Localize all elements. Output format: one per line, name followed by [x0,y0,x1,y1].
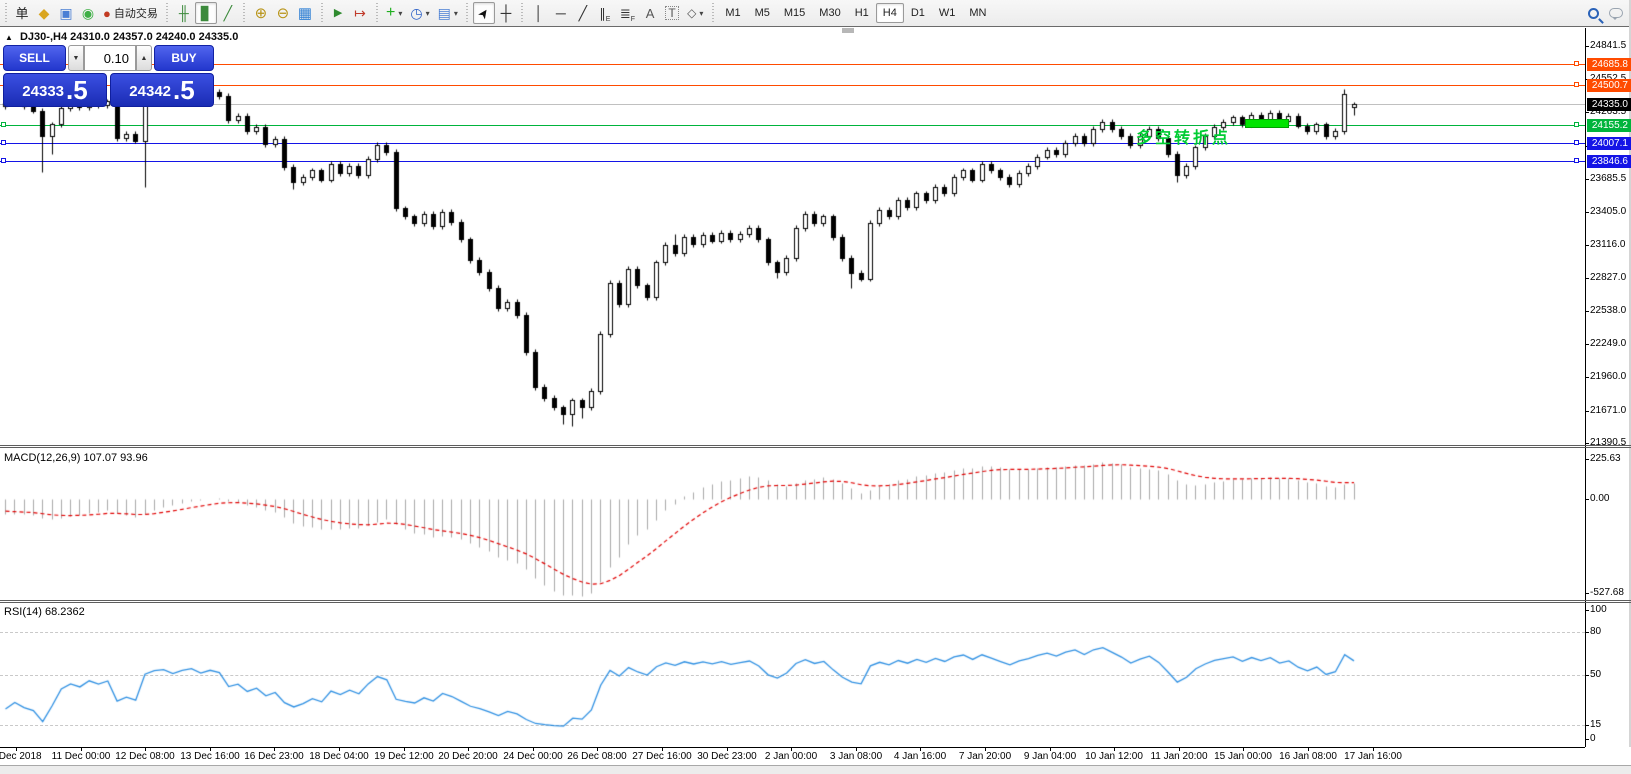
price-tick-mark [1585,245,1589,246]
rsi-indicator-label: RSI(14) 68.2362 [4,606,85,618]
time-label: 13 Dec 16:00 [180,751,240,762]
volume-increase-button[interactable]: ▲ [136,45,152,71]
price-tick-label: 23116.0 [1590,239,1631,251]
price-badge-24685.8: 24685.8 [1587,58,1631,71]
macd-scale-label: -527.68 [1590,587,1631,599]
volume-decrease-button[interactable]: ▼ [68,45,84,71]
rsi-scale-label: 100 [1590,604,1631,616]
window-splitter-handle[interactable] [842,28,854,33]
time-label: 26 Dec 08:00 [567,751,627,762]
pane-separator[interactable] [0,445,1631,446]
price-tick-mark [1585,443,1589,444]
rsi-tick-mark [1585,610,1589,611]
rsi-scale-label: 50 [1590,669,1631,681]
annotation-text: 多空转折点 [1136,124,1231,148]
rsi-scale-label: 80 [1590,626,1631,638]
time-label: 16 Jan 08:00 [1279,751,1337,762]
sell-price-pip: .5 [66,77,88,103]
pane-separator[interactable] [0,447,1631,448]
price-tick-mark [1585,411,1589,412]
time-label: 3 Jan 08:00 [830,751,882,762]
macd-scale-label: 0.00 [1590,493,1631,505]
time-label: 11 Dec 00:00 [52,751,111,762]
buy-button[interactable]: BUY [154,45,214,71]
price-tick-mark [1585,344,1589,345]
price-badge-23846.6: 23846.6 [1587,155,1631,168]
time-label: 24 Dec 00:00 [503,751,563,762]
price-tick-label: 22538.0 [1590,305,1631,317]
price-tick-mark [1585,46,1589,47]
time-label: 4 Jan 16:00 [894,751,946,762]
time-label: 17 Jan 16:00 [1344,751,1402,762]
rsi-tick-mark [1585,675,1589,676]
time-label: 30 Dec 23:00 [697,751,757,762]
current-price-badge: 24335.0 [1587,98,1631,111]
buy-price-main: 24342 [129,81,171,103]
price-tick-mark [1585,278,1589,279]
price-badge-24007.1: 24007.1 [1587,137,1631,150]
price-tick-label: 22827.0 [1590,272,1631,284]
sell-price[interactable]: 24333 .5 [3,73,107,107]
rsi-scale-label: 15 [1590,719,1631,731]
macd-indicator-label: MACD(12,26,9) 107.07 93.96 [4,452,148,464]
price-tick-mark [1585,179,1589,180]
price-tick-mark [1585,112,1589,113]
rsi-tick-mark [1585,739,1589,740]
macd-tick-mark [1585,593,1589,594]
macd-tick-mark [1585,499,1589,500]
time-label: 18 Dec 04:00 [309,751,369,762]
price-tick-mark [1585,212,1589,213]
time-label: 10 Jan 12:00 [1085,751,1143,762]
sell-price-main: 24333 [22,81,64,103]
price-tick-label: 24841.5 [1590,40,1631,52]
macd-tick-mark [1585,459,1589,460]
time-label: 16 Dec 23:00 [244,751,304,762]
time-label: 9 Jan 04:00 [1024,751,1076,762]
price-tick-label: 23685.5 [1590,173,1631,185]
collapse-icon[interactable]: ▲ [5,33,13,42]
chart-title: ▲ DJ30-,H4 24310.0 24357.0 24240.0 24335… [5,31,238,43]
volume-input[interactable] [84,45,136,71]
buy-price-pip: .5 [173,77,195,103]
time-label: 15 Jan 00:00 [1214,751,1272,762]
chart-ohlc-values: 24310.0 24357.0 24240.0 24335.0 [70,31,238,43]
chart-symbol-period: DJ30-,H4 [20,31,67,43]
rsi-tick-mark [1585,632,1589,633]
price-tick-label: 22249.0 [1590,338,1631,350]
sell-button[interactable]: SELL [3,45,66,71]
macd-scale-label: 225.63 [1590,453,1631,465]
time-label: 27 Dec 16:00 [632,751,692,762]
time-label: 2 Jan 00:00 [765,751,817,762]
price-badge-24155.2: 24155.2 [1587,119,1631,132]
price-badge-24500.7: 24500.7 [1587,79,1631,92]
time-axis[interactable]: 7 Dec 2018 11 Dec 00:00 12 Dec 08:00 13 Dec… [0,747,1631,765]
trade-panel: SELL ▼ ▲ BUY 24333 .5 24342 .5 [3,45,214,107]
consolidation-highlight[interactable] [1245,119,1289,128]
price-chart-canvas[interactable] [0,0,1631,774]
time-label: 12 Dec 08:00 [115,751,175,762]
buy-price[interactable]: 24342 .5 [110,73,214,107]
rsi-scale-label: 0 [1590,733,1631,745]
price-tick-mark [1585,377,1589,378]
time-label: 7 Dec 2018 [0,751,42,762]
pane-separator[interactable] [0,600,1631,601]
price-tick-label: 21671.0 [1590,405,1631,417]
time-label: 7 Jan 20:00 [959,751,1011,762]
price-tick-label: 21960.0 [1590,371,1631,383]
time-label: 11 Jan 20:00 [1150,751,1207,762]
time-label: 20 Dec 20:00 [438,751,498,762]
time-label: 19 Dec 12:00 [374,751,434,762]
pane-separator[interactable] [0,602,1631,603]
rsi-tick-mark [1585,725,1589,726]
price-tick-label: 23405.0 [1590,206,1631,218]
mt4-window: 单◆▣◉●自动交易╫▊╱⊕⊖▦▶↦+▾◷▾▤▾➤┼│─╱∥E≣FAT◇▾M1M5… [0,0,1631,774]
price-tick-mark [1585,311,1589,312]
